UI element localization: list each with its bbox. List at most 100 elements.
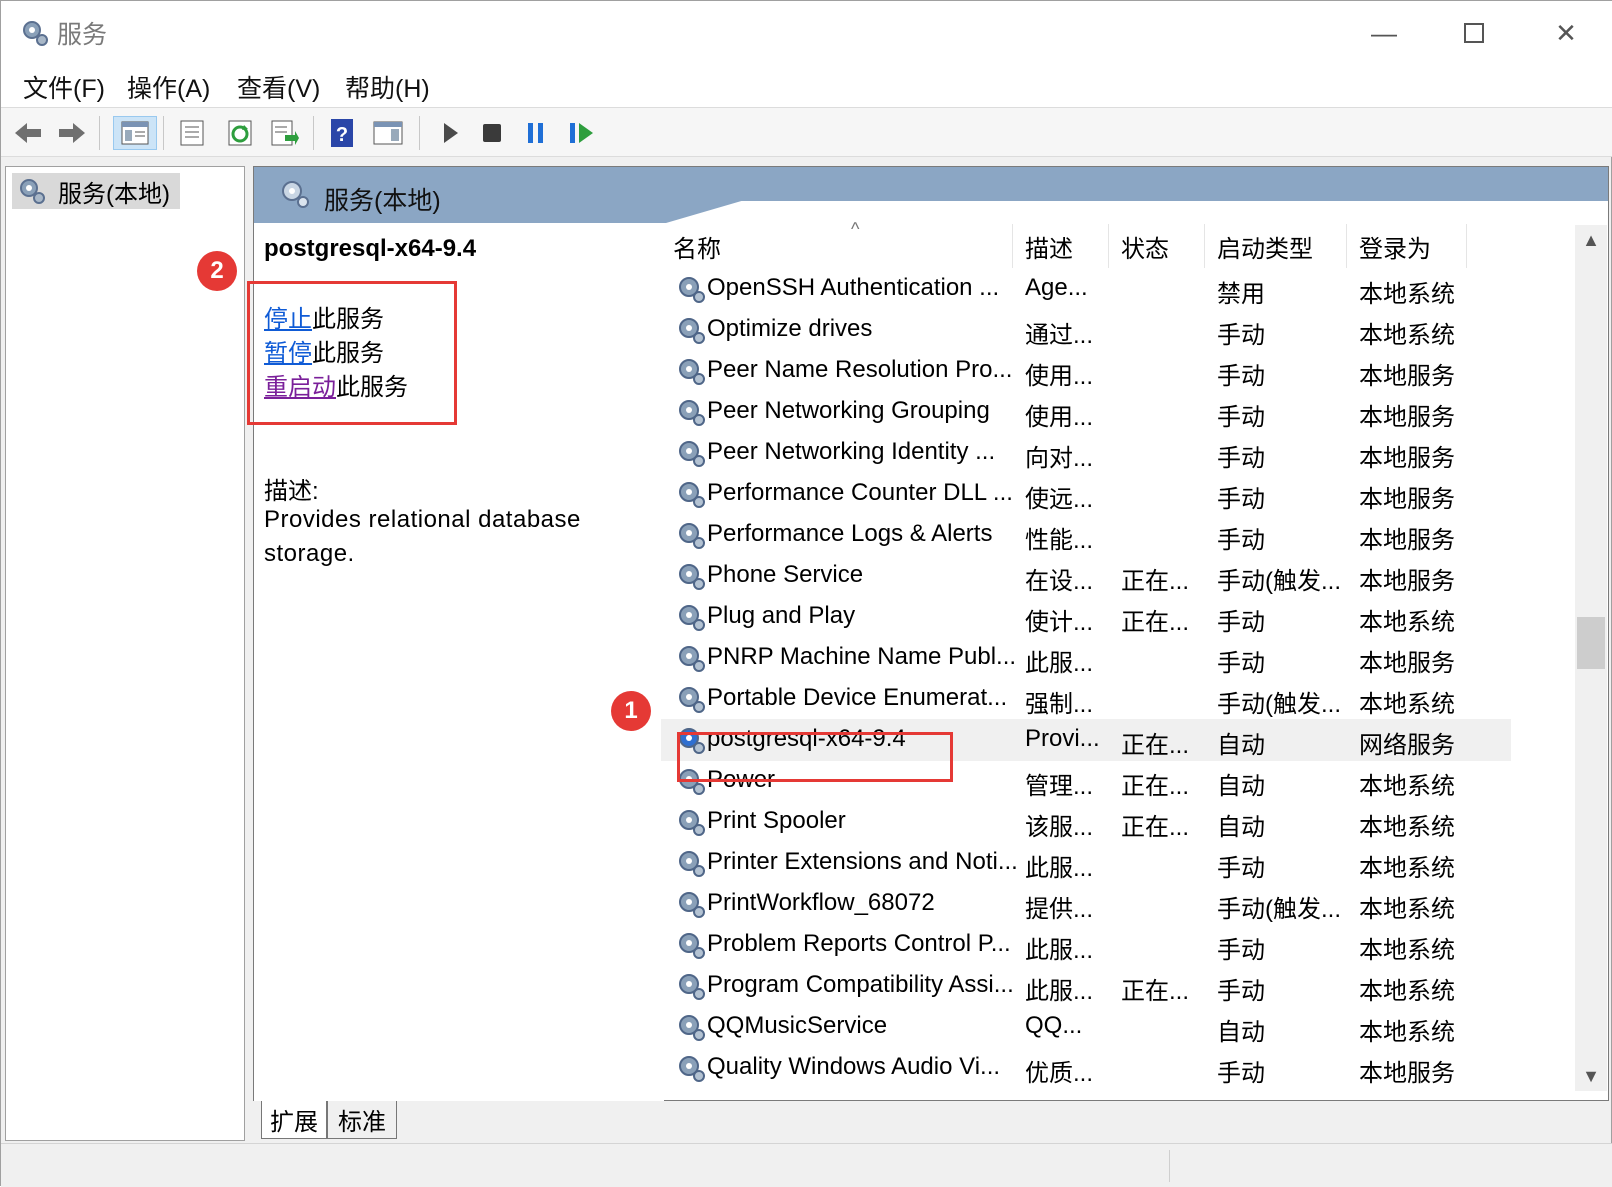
annotation-box-actions xyxy=(247,281,457,425)
service-logon-as: 本地服务 xyxy=(1359,479,1455,514)
status-bar xyxy=(1,1143,1612,1187)
pause-service-button[interactable] xyxy=(519,116,553,150)
service-gear-icon xyxy=(675,601,707,633)
services-list: 名称 描述 状态 启动类型 登录为 OpenSSH Authentication… xyxy=(661,224,1561,1094)
service-status: 正在... xyxy=(1121,561,1189,596)
table-row[interactable]: PrintWorkflow_68072提供...手动(触发...本地系统 xyxy=(661,883,1511,925)
tab-extended[interactable]: 扩展 xyxy=(261,1101,327,1139)
properties-button[interactable] xyxy=(175,116,209,150)
table-row[interactable]: Peer Name Resolution Pro...使用...手动本地服务 xyxy=(661,350,1511,392)
pause-service-icon xyxy=(526,122,546,144)
vertical-scrollbar[interactable]: ▲ ▼ xyxy=(1575,225,1607,1091)
table-row[interactable]: Performance Counter DLL ... 使远... 手动 本地服务 xyxy=(661,473,1511,515)
service-logon-as: 本地系统 xyxy=(1359,766,1455,801)
service-gear-icon xyxy=(675,478,707,510)
table-row[interactable]: OpenSSH Authentication ...Age...禁用本地系统 xyxy=(661,268,1511,310)
service-name: Printer Extensions and Noti... xyxy=(707,848,1018,876)
service-logon-as: 本地服务 xyxy=(1359,356,1455,391)
scroll-thumb[interactable] xyxy=(1577,617,1605,669)
column-header-status[interactable]: 状态 xyxy=(1109,224,1205,268)
table-row[interactable]: Printer Extensions and Noti...此服...手动本地系… xyxy=(661,842,1511,884)
menu-action[interactable]: 操作(A) xyxy=(127,69,210,105)
minimize-button[interactable]: — xyxy=(1339,7,1429,59)
table-row[interactable]: Problem Reports Control P...此服...手动本地系统 xyxy=(661,924,1511,966)
service-name: Peer Name Resolution Pro... xyxy=(707,356,1012,384)
service-startup-type: 手动 xyxy=(1217,643,1265,678)
scroll-up-icon[interactable]: ▲ xyxy=(1575,225,1607,255)
close-button[interactable]: ✕ xyxy=(1521,7,1611,59)
pane-title: 服务(本地) xyxy=(324,181,441,217)
service-logon-as: 本地服务 xyxy=(1359,1053,1455,1088)
service-description: 管理... xyxy=(1025,766,1093,801)
service-name: Performance Logs & Alerts xyxy=(707,520,992,548)
export-list-button[interactable] xyxy=(267,116,301,150)
service-gear-icon xyxy=(675,437,707,469)
tree-node-services-local[interactable]: 服务(本地) xyxy=(12,173,180,209)
service-name: Performance Counter DLL ... xyxy=(707,479,1013,507)
service-logon-as: 网络服务 xyxy=(1359,725,1455,760)
description-text: Provides relational database storage. xyxy=(264,503,644,571)
forward-arrow-icon xyxy=(57,121,87,145)
start-service-button[interactable] xyxy=(433,116,467,150)
service-logon-as: 本地服务 xyxy=(1359,438,1455,473)
service-startup-type: 手动 xyxy=(1217,479,1265,514)
sort-ascending-icon: ^ xyxy=(851,219,859,240)
description-label: 描述: xyxy=(264,471,319,506)
service-startup-type: 手动(触发... xyxy=(1217,684,1341,719)
table-row[interactable]: Plug and Play使计...正在...手动本地系统 xyxy=(661,596,1511,638)
forward-button[interactable] xyxy=(55,116,89,150)
show-hide-tree-button[interactable] xyxy=(113,116,157,150)
service-logon-as: 本地系统 xyxy=(1359,684,1455,719)
service-status: 正在... xyxy=(1121,725,1189,760)
table-row[interactable]: Portable Device Enumerat...强制...手动(触发...… xyxy=(661,678,1511,720)
menu-view[interactable]: 查看(V) xyxy=(237,69,320,105)
restart-service-icon xyxy=(569,122,595,144)
column-header-description[interactable]: 描述 xyxy=(1013,224,1109,268)
column-header-logon-as[interactable]: 登录为 xyxy=(1347,224,1467,268)
service-name: PNRP Machine Name Publ... xyxy=(707,643,1016,671)
table-row[interactable]: Print Spooler该服...正在...自动本地系统 xyxy=(661,801,1511,843)
scroll-down-icon[interactable]: ▼ xyxy=(1575,1061,1607,1091)
service-name: Quality Windows Audio Vi... xyxy=(707,1053,1000,1081)
table-row[interactable]: Peer Networking Identity ...向对...手动本地服务 xyxy=(661,432,1511,474)
column-header-name[interactable]: 名称 xyxy=(661,224,1013,268)
stop-service-button[interactable] xyxy=(475,116,509,150)
service-logon-as: 本地系统 xyxy=(1359,930,1455,965)
table-row[interactable]: Performance Logs & Alerts性能...手动本地服务 xyxy=(661,514,1511,556)
maximize-button[interactable] xyxy=(1429,7,1519,59)
back-button[interactable] xyxy=(11,116,45,150)
tree-node-label: 服务(本地) xyxy=(58,174,170,209)
table-row[interactable]: QQMusicServiceQQ...自动本地系统 xyxy=(661,1006,1511,1048)
table-row[interactable]: PNRP Machine Name Publ...此服...手动本地服务 xyxy=(661,637,1511,679)
service-logon-as: 本地服务 xyxy=(1359,643,1455,678)
table-row[interactable]: Peer Networking Grouping使用...手动本地服务 xyxy=(661,391,1511,433)
action-pane-button[interactable] xyxy=(371,116,405,150)
service-gear-icon xyxy=(675,888,707,920)
table-row[interactable]: Program Compatibility Assi...此服...正在...手… xyxy=(661,965,1511,1007)
service-logon-as: 本地系统 xyxy=(1359,602,1455,637)
column-header-startup-type[interactable]: 启动类型 xyxy=(1205,224,1347,268)
service-startup-type: 手动(触发... xyxy=(1217,561,1341,596)
service-name: Portable Device Enumerat... xyxy=(707,684,1007,712)
menu-help[interactable]: 帮助(H) xyxy=(345,69,430,105)
service-startup-type: 手动 xyxy=(1217,438,1265,473)
restart-service-button[interactable] xyxy=(565,116,599,150)
tab-standard[interactable]: 标准 xyxy=(327,1101,397,1139)
service-gear-icon xyxy=(675,929,707,961)
service-gear-icon xyxy=(675,314,707,346)
help-button[interactable]: ? xyxy=(325,116,359,150)
service-description: 向对... xyxy=(1025,438,1093,473)
service-gear-icon xyxy=(675,970,707,1002)
refresh-button[interactable] xyxy=(223,116,257,150)
table-row[interactable]: Optimize drives通过...手动本地系统 xyxy=(661,309,1511,351)
start-service-icon xyxy=(440,121,460,145)
table-row[interactable]: Quality Windows Audio Vi...优质...手动本地服务 xyxy=(661,1047,1511,1089)
service-gear-icon xyxy=(675,273,707,305)
service-description: 使远... xyxy=(1025,479,1093,514)
selected-service-name: postgresql-x64-9.4 xyxy=(264,235,476,263)
menu-file[interactable]: 文件(F) xyxy=(23,69,105,105)
table-row[interactable]: Phone Service在设...正在...手动(触发...本地服务 xyxy=(661,555,1511,597)
service-description: 该服... xyxy=(1025,807,1093,842)
view-tabs: 扩展 标准 xyxy=(253,1101,1609,1141)
service-status: 正在... xyxy=(1121,766,1189,801)
